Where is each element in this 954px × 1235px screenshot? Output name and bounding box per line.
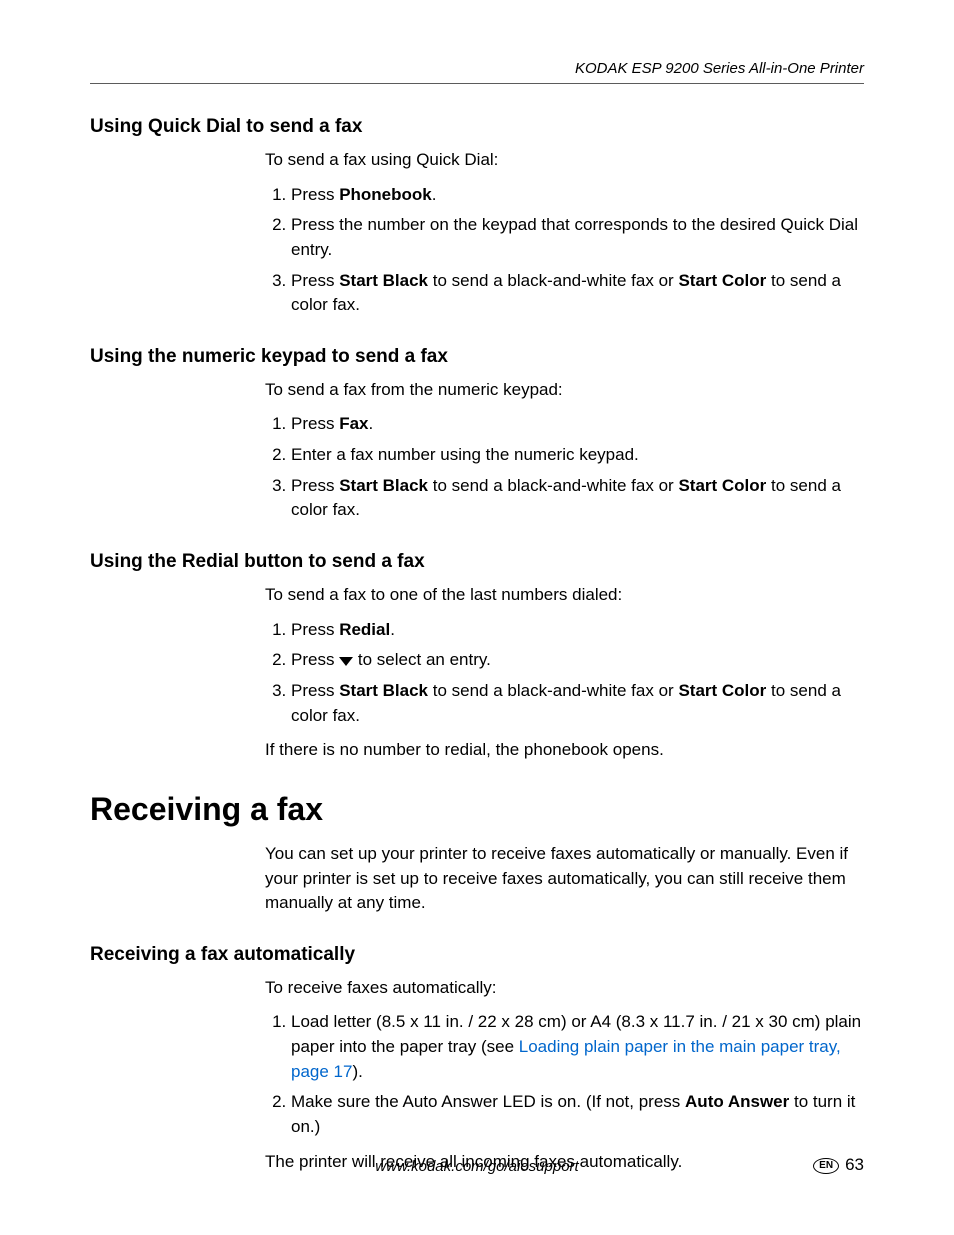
intro-text: To send a fax to one of the last numbers…: [265, 583, 864, 608]
running-head: KODAK ESP 9200 Series All-in-One Printer: [90, 60, 864, 84]
section-numeric-keypad: Using the numeric keypad to send a fax T…: [90, 346, 864, 523]
list-item: Press Start Black to send a black-and-wh…: [291, 474, 864, 523]
language-badge: EN: [813, 1158, 839, 1174]
list-item: Press Start Black to send a black-and-wh…: [291, 269, 864, 318]
steps-list: Press Fax. Enter a fax number using the …: [265, 412, 864, 523]
down-arrow-icon: [339, 650, 353, 669]
note-text: If there is no number to redial, the pho…: [265, 738, 864, 763]
body-receiving-fax: You can set up your printer to receive f…: [265, 842, 864, 916]
heading-quick-dial: Using Quick Dial to send a fax: [90, 116, 864, 138]
page-footer: www.kodak.com/go/aiosupport EN 63: [90, 1158, 864, 1175]
footer-page-info: EN 63: [813, 1155, 864, 1175]
list-item: Make sure the Auto Answer LED is on. (If…: [291, 1090, 864, 1139]
manual-page: KODAK ESP 9200 Series All-in-One Printer…: [0, 0, 954, 1235]
list-item: Load letter (8.5 x 11 in. / 22 x 28 cm) …: [291, 1010, 864, 1084]
body-quick-dial: To send a fax using Quick Dial: Press Ph…: [265, 148, 864, 318]
list-item: Press the number on the keypad that corr…: [291, 213, 864, 262]
list-item: Press Phonebook.: [291, 183, 864, 208]
steps-list: Load letter (8.5 x 11 in. / 22 x 28 cm) …: [265, 1010, 864, 1139]
footer-url: www.kodak.com/go/aiosupport: [90, 1158, 864, 1175]
intro-text: You can set up your printer to receive f…: [265, 842, 864, 916]
intro-text: To send a fax from the numeric keypad:: [265, 378, 864, 403]
body-auto-receive: To receive faxes automatically: Load let…: [265, 976, 864, 1174]
list-item: Enter a fax number using the numeric key…: [291, 443, 864, 468]
steps-list: Press Phonebook. Press the number on the…: [265, 183, 864, 318]
heading-redial: Using the Redial button to send a fax: [90, 551, 864, 573]
list-item: Press Fax.: [291, 412, 864, 437]
page-number: 63: [845, 1155, 864, 1174]
heading-auto-receive: Receiving a fax automatically: [90, 944, 864, 966]
heading-numeric-keypad: Using the numeric keypad to send a fax: [90, 346, 864, 368]
section-redial: Using the Redial button to send a fax To…: [90, 551, 864, 763]
intro-text: To receive faxes automatically:: [265, 976, 864, 1001]
steps-list: Press Redial. Press to select an entry. …: [265, 618, 864, 729]
list-item: Press Redial.: [291, 618, 864, 643]
section-quick-dial: Using Quick Dial to send a fax To send a…: [90, 116, 864, 318]
section-auto-receive: Receiving a fax automatically To receive…: [90, 944, 864, 1174]
body-redial: To send a fax to one of the last numbers…: [265, 583, 864, 763]
list-item: Press to select an entry.: [291, 648, 864, 673]
intro-text: To send a fax using Quick Dial:: [265, 148, 864, 173]
heading-receiving-fax: Receiving a fax: [90, 791, 864, 828]
list-item: Press Start Black to send a black-and-wh…: [291, 679, 864, 728]
body-numeric-keypad: To send a fax from the numeric keypad: P…: [265, 378, 864, 523]
